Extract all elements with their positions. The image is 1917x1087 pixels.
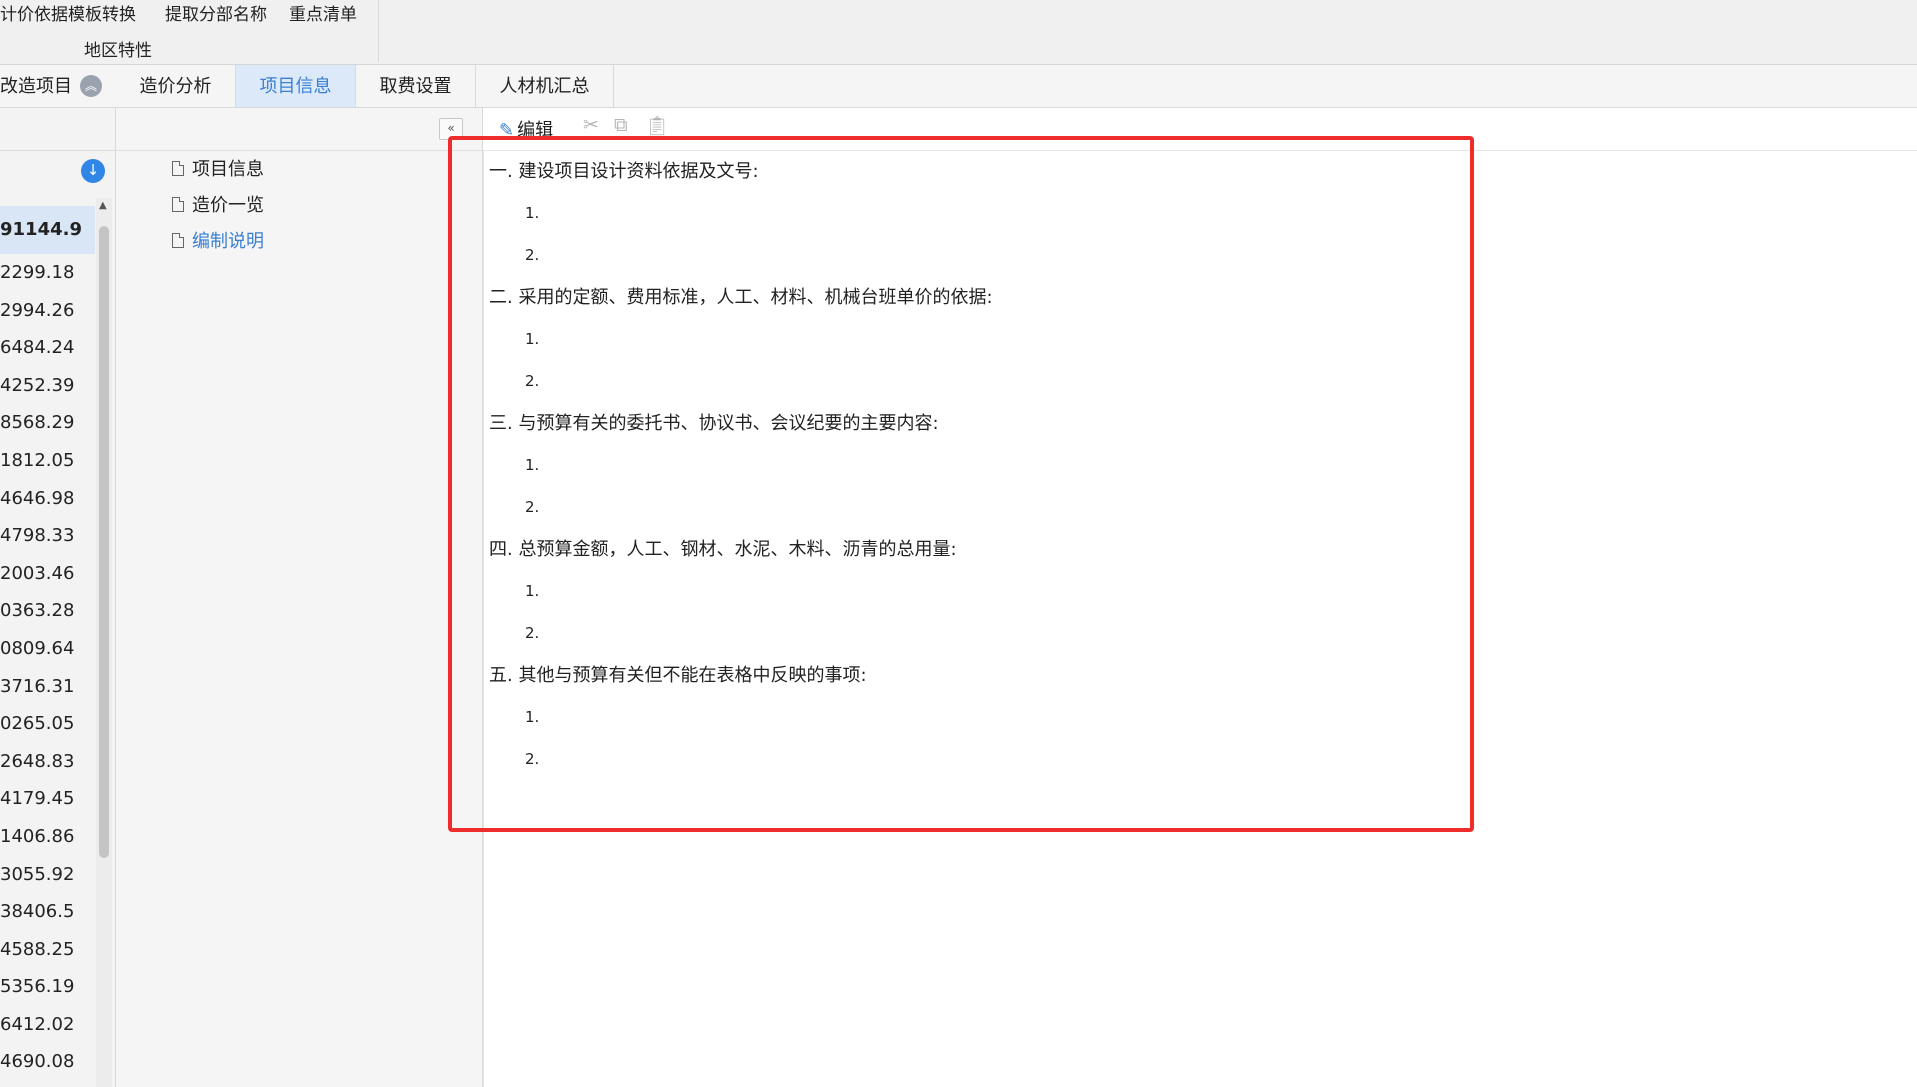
value-row[interactable]: 2994.26 xyxy=(0,292,95,330)
value-row[interactable]: 4588.25 xyxy=(0,931,95,969)
value-row-selected[interactable]: 91144.9 xyxy=(0,206,95,254)
value-row[interactable]: 0363.28 xyxy=(0,592,95,630)
value-row[interactable]: 6484.24 xyxy=(0,329,95,367)
value-row[interactable]: 5356.19 xyxy=(0,968,95,1006)
value-row[interactable]: 0265.05 xyxy=(0,705,95,743)
panel-header xyxy=(0,108,115,151)
collapse-up-icon[interactable]: ︽ xyxy=(80,75,102,97)
value-row[interactable]: 1812.05 xyxy=(0,442,95,480)
tab-project-info[interactable]: 项目信息 xyxy=(236,65,356,107)
value-list: 91144.9 2299.18 2994.26 6484.24 4252.39 8568.… xyxy=(0,206,95,1081)
document-icon xyxy=(172,197,184,212)
download-icon[interactable]: ↓ xyxy=(81,159,105,183)
value-row[interactable]: 4252.39 xyxy=(0,367,95,405)
tree-item-label: 编制说明 xyxy=(192,231,264,252)
value-row[interactable]: 3055.92 xyxy=(0,856,95,894)
tree-item-cost-overview[interactable]: 造价一览 xyxy=(172,192,264,220)
tab-labor-material-summary[interactable]: 人材机汇总 xyxy=(476,65,614,107)
highlight-box xyxy=(448,136,1474,832)
extract-section-name-button[interactable]: 提取分部名称 xyxy=(165,0,267,25)
info-tree-panel: « 项目信息 造价一览 编制说明 xyxy=(116,108,483,1087)
value-row[interactable]: 8568.29 xyxy=(0,404,95,442)
value-row[interactable]: 2648.83 xyxy=(0,743,95,781)
value-row[interactable]: 4690.08 xyxy=(0,1043,95,1081)
template-convert-button[interactable]: 计价依据模板转换 xyxy=(0,0,136,25)
tree-panel-header: « xyxy=(116,108,482,151)
ribbon: 计价依据模板转换 提取分部名称 重点清单 地区特性 xyxy=(0,0,1917,65)
scrollbar-thumb[interactable] xyxy=(99,226,109,858)
tree-item-label: 造价一览 xyxy=(192,195,264,216)
project-tree-label: 改造项目 xyxy=(0,76,72,97)
region-feature-label: 地区特性 xyxy=(84,41,152,61)
value-row[interactable]: 1406.86 xyxy=(0,818,95,856)
ribbon-divider xyxy=(378,0,379,62)
vertical-scrollbar[interactable]: ▲ xyxy=(96,198,112,1087)
scroll-up-arrow-icon[interactable]: ▲ xyxy=(99,200,107,211)
tree-item-label: 项目信息 xyxy=(192,159,264,180)
value-row[interactable]: 4798.33 xyxy=(0,517,95,555)
tab-bar: 改造项目 ︽ 造价分析 项目信息 取费设置 人材机汇总 xyxy=(0,65,1917,108)
value-row[interactable]: 4179.45 xyxy=(0,780,95,818)
tab-fee-settings[interactable]: 取费设置 xyxy=(356,65,476,107)
value-row[interactable]: 3716.31 xyxy=(0,668,95,706)
value-row[interactable]: 2299.18 xyxy=(0,254,95,292)
paste-icon[interactable]: 📋︎ xyxy=(645,114,669,137)
key-list-button[interactable]: 重点清单 xyxy=(289,0,357,25)
value-row[interactable]: 2003.46 xyxy=(0,555,95,593)
project-value-panel: ↓ 91144.9 2299.18 2994.26 6484.24 4252.39 856… xyxy=(0,108,116,1087)
value-row[interactable]: 0809.64 xyxy=(0,630,95,668)
value-row[interactable]: 38406.5 xyxy=(0,893,95,931)
tree-item-compilation-notes[interactable]: 编制说明 xyxy=(172,228,264,256)
document-icon xyxy=(172,161,184,176)
copy-icon[interactable]: ⧉ xyxy=(614,114,628,136)
value-row[interactable]: 6412.02 xyxy=(0,1006,95,1044)
tree-item-project-info[interactable]: 项目信息 xyxy=(172,156,264,184)
tab-cost-analysis[interactable]: 造价分析 xyxy=(116,65,236,107)
value-row[interactable]: 4646.98 xyxy=(0,480,95,518)
cut-icon[interactable]: ✂ xyxy=(583,114,599,136)
document-icon xyxy=(172,233,184,248)
